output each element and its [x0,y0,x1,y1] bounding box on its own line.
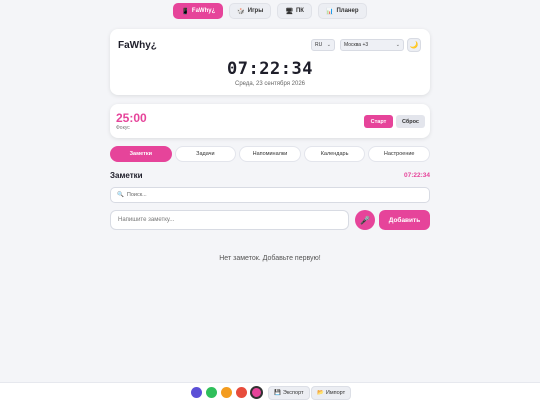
color-swatch-green[interactable] [206,387,217,398]
top-nav: 📱 FaWhy¿ 🎲 Игры 🖥 ПК 📊 Планер [0,3,540,19]
nav-games[interactable]: 🎲 Игры [229,3,272,19]
tab-mood[interactable]: Настроение [368,146,430,162]
color-swatch-pink[interactable] [250,386,263,399]
nav-fawhy-label: FaWhy¿ [191,8,216,14]
clock-time: 07:22:34 [227,59,313,79]
microphone-button[interactable]: 🎤 [355,210,375,230]
color-swatch-orange[interactable] [221,387,232,398]
pomodoro-mode: Фокус [116,125,130,131]
search-input[interactable]: 🔍 Поиск... [110,187,430,203]
empty-state-text: Нет заметок. Добавьте первую! [219,255,321,262]
save-icon: 💾 [274,390,281,396]
section-time: 07:22:34 [403,172,430,179]
section-title: Заметки [110,171,143,180]
language-value: RU [315,42,323,48]
export-button[interactable]: 💾 Экспорт [268,386,310,400]
dice-icon: 🎲 [237,8,245,15]
timezone-value: Москва +3 [344,42,369,48]
timezone-select[interactable]: Москва +3 ⌄ [340,39,404,51]
search-icon: 🔍 [117,192,124,198]
search-placeholder: Поиск... [126,192,147,198]
clock-card: FaWhy¿ RU ⌄ Москва +3 ⌄ 🌙 07:22:34 Среда… [110,29,430,95]
add-note-button[interactable]: Добавить [379,210,430,230]
pomodoro-card: 25:00 Фокус Старт Сброс [110,104,430,138]
section-tabs: Заметки Задачи Напоминалки Календарь Нас… [110,146,430,162]
brand-title: FaWhy¿ [118,40,157,51]
nav-planner-label: Планер [336,8,359,14]
theme-toggle-button[interactable]: 🌙 [407,38,421,52]
chart-icon: 📊 [325,8,334,15]
phone-icon: 📱 [181,8,189,15]
nav-planner[interactable]: 📊 Планер [317,3,367,19]
color-swatch-red[interactable] [236,387,247,398]
folder-icon: 📂 [317,390,324,396]
note-input[interactable]: Напишите заметку... [110,210,349,230]
moon-icon: 🌙 [409,42,419,49]
microphone-icon: 🎤 [360,215,370,225]
tab-calendar[interactable]: Календарь [303,146,366,162]
monitor-icon: 🖥 [285,8,293,15]
reset-button[interactable]: Сброс [396,115,425,128]
language-select[interactable]: RU ⌄ [311,39,335,51]
nav-pc-label: ПК [295,8,304,14]
chevron-down-icon: ⌄ [395,42,400,48]
color-swatch-purple[interactable] [191,387,202,398]
pomodoro-time: 25:00 [116,111,147,125]
tab-reminders[interactable]: Напоминалки [239,146,301,162]
clock-date: Среда, 23 сентября 2026 [234,81,305,87]
tab-tasks[interactable]: Задачи [174,146,237,162]
import-button[interactable]: 📂 Импорт [311,386,352,400]
export-label: Экспорт [282,390,304,396]
tab-notes[interactable]: Заметки [110,146,172,162]
chevron-down-icon: ⌄ [326,42,331,48]
start-button[interactable]: Старт [364,115,393,128]
nav-games-label: Игры [247,8,264,14]
nav-fawhy[interactable]: 📱 FaWhy¿ [173,3,224,19]
import-label: Импорт [325,390,346,396]
note-input-placeholder: Напишите заметку... [118,217,175,223]
nav-pc[interactable]: 🖥 ПК [277,3,312,19]
